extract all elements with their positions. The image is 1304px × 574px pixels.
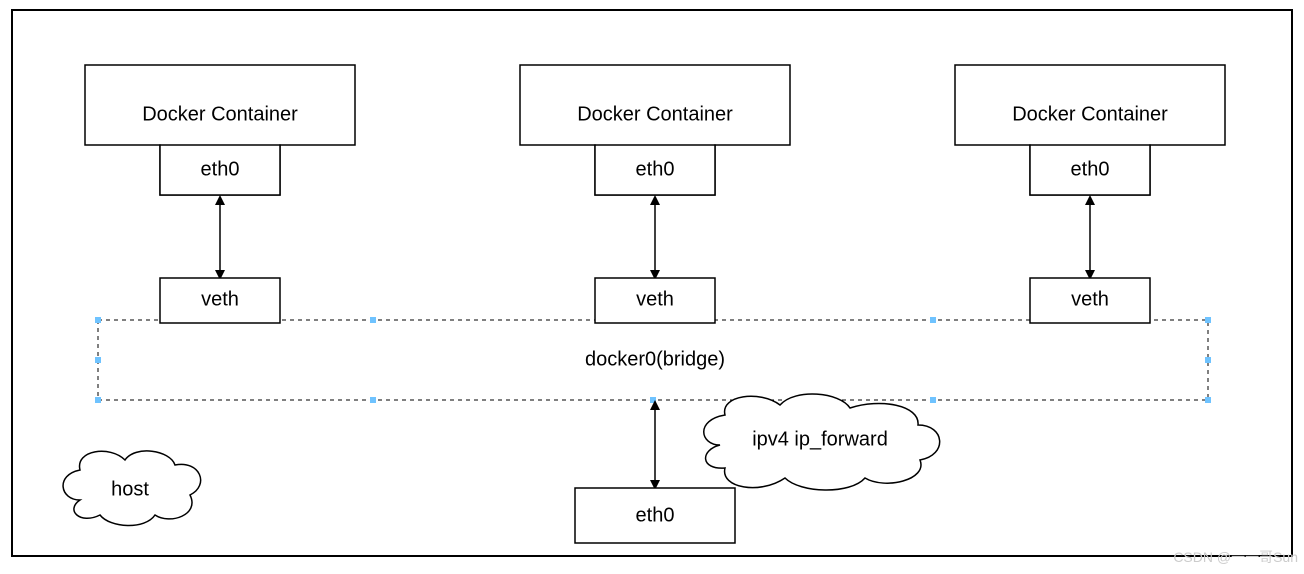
eth0-label-2: eth0 — [636, 158, 675, 180]
veth-label-3: veth — [1071, 288, 1109, 310]
host-cloud-label: host — [111, 478, 149, 500]
veth-box-3: veth — [1030, 278, 1150, 323]
docker-container-3: Docker Container eth0 — [955, 65, 1225, 195]
host-eth0-label: eth0 — [636, 504, 675, 526]
eth0-label-3: eth0 — [1071, 158, 1110, 180]
ip-forward-cloud: ipv4 ip_forward — [704, 394, 940, 490]
docker-network-diagram: Docker Container eth0 Docker Container e… — [0, 0, 1304, 574]
ip-forward-label: ipv4 ip_forward — [752, 428, 888, 450]
bridge-docker0: docker0(bridge) — [95, 317, 1211, 403]
watermark: CSDN @一一哥Sun — [1173, 549, 1298, 565]
container-label-1: Docker Container — [142, 103, 298, 125]
veth-box-2: veth — [595, 278, 715, 323]
veth-label-1: veth — [201, 288, 239, 310]
container-label-3: Docker Container — [1012, 103, 1168, 125]
docker-container-2: Docker Container eth0 — [520, 65, 790, 195]
host-eth0-box: eth0 — [575, 488, 735, 543]
eth0-label-1: eth0 — [201, 158, 240, 180]
docker-container-1: Docker Container eth0 — [85, 65, 355, 195]
veth-box-1: veth — [160, 278, 280, 323]
bridge-label: docker0(bridge) — [585, 348, 725, 370]
host-cloud: host — [63, 451, 201, 526]
container-label-2: Docker Container — [577, 103, 733, 125]
veth-label-2: veth — [636, 288, 674, 310]
